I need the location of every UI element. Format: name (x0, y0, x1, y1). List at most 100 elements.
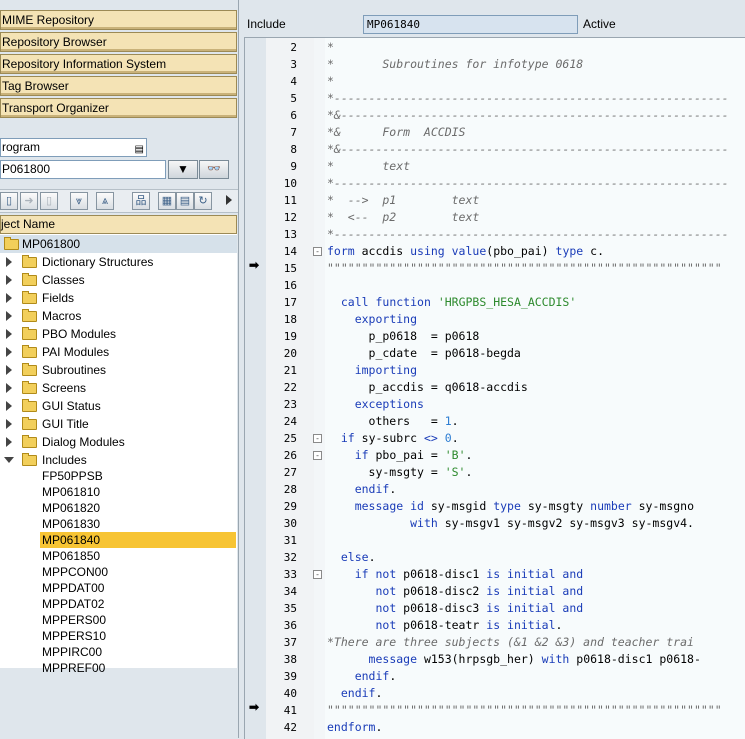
code-line[interactable]: others = 1. (327, 413, 459, 430)
include-item[interactable]: MP061810 (40, 484, 234, 500)
expand-arrow-icon[interactable] (6, 419, 12, 429)
include-item[interactable]: MP061850 (40, 548, 234, 564)
include-item[interactable]: MPPERS00 (40, 612, 234, 628)
tree-root-label: MP061800 (22, 237, 81, 251)
hierarchy-icon[interactable]: 品 (132, 192, 150, 210)
include-item[interactable]: MP061830 (40, 516, 234, 532)
code-line[interactable]: *---------------------------------------… (327, 175, 729, 192)
code-line[interactable]: p_cdate = p0618-begda (327, 345, 521, 362)
tree-folder-label: Fields (42, 291, 75, 305)
expand-arrow-icon[interactable] (6, 293, 12, 303)
collapse-icon[interactable]: ⩓ (96, 192, 114, 210)
code-line[interactable]: call function 'HRGPBS_HESA_ACCDIS' (327, 294, 576, 311)
code-line[interactable]: * (327, 39, 334, 56)
tree-folder-label: Screens (42, 381, 87, 395)
code-line[interactable]: """"""""""""""""""""""""""""""""""""""""… (327, 702, 722, 719)
line-number: 22 (283, 381, 297, 394)
nav-mime-repository-button[interactable]: MIME Repository (0, 10, 237, 30)
nav-tag-browser-button[interactable]: Tag Browser (0, 76, 237, 96)
include-item[interactable]: MPPDAT00 (40, 580, 234, 596)
include-name-field[interactable]: MP061840 (363, 15, 578, 34)
code-line[interactable]: endif. (327, 481, 397, 498)
expand-arrow-icon[interactable] (6, 365, 12, 375)
code-line[interactable]: p_accdis = q0618-accdis (327, 379, 528, 396)
code-line[interactable]: p_p0618 = p0618 (327, 328, 480, 345)
fold-toggle-icon[interactable]: - (313, 247, 322, 256)
code-line[interactable]: * (327, 73, 334, 90)
line-number: 11 (283, 194, 297, 207)
code-line[interactable]: *---------------------------------------… (327, 90, 729, 107)
include-item[interactable]: MPPCON00 (40, 564, 234, 580)
expand-arrow-icon[interactable] (6, 383, 12, 393)
more-arrow-icon[interactable] (226, 195, 232, 205)
fold-toggle-icon[interactable]: - (313, 434, 322, 443)
code-line[interactable]: form accdis using value(pbo_pai) type c. (327, 243, 604, 260)
display-dropdown-button[interactable]: ▼ (168, 160, 198, 179)
abap-code-editor[interactable]: ➡ ➡ 2 * 3 * Subroutines for infotype 0618 4 *… (244, 37, 745, 739)
code-line[interactable]: not p0618-disc2 is initial and (327, 583, 583, 600)
folder-icon (22, 273, 37, 286)
include-item[interactable]: MPPREF00 (40, 660, 234, 676)
code-line[interactable]: *---------------------------------------… (327, 226, 729, 243)
dropdown-icon[interactable]: ▤ (135, 141, 144, 158)
expand-arrow-icon[interactable] (6, 437, 12, 447)
refresh-icon[interactable]: ↻ (194, 192, 212, 210)
code-line[interactable]: * --> p1 text (327, 192, 479, 209)
worklist-icon[interactable]: ▦ (158, 192, 176, 210)
code-line[interactable]: endform. (327, 719, 382, 736)
code-line[interactable]: *&--------------------------------------… (327, 141, 729, 158)
code-line[interactable]: endif. (327, 668, 397, 685)
code-line[interactable]: with sy-msgv1 sy-msgv2 sy-msgv3 sy-msgv4… (327, 515, 694, 532)
code-line[interactable]: *&--------------------------------------… (327, 107, 729, 124)
include-item[interactable]: FP50PPSB (40, 468, 234, 484)
tree-root-node[interactable]: MP061800 (0, 235, 237, 253)
display-list-icon[interactable]: ▤ (176, 192, 194, 210)
code-line[interactable]: exporting (327, 311, 417, 328)
expand-icon[interactable]: ⩔ (70, 192, 88, 210)
expand-arrow-icon[interactable] (6, 275, 12, 285)
back-icon[interactable]: ▯ (0, 192, 18, 210)
collapse-arrow-icon[interactable] (4, 457, 14, 463)
include-item[interactable]: MP061820 (40, 500, 234, 516)
forward-icon[interactable]: ➜ (20, 192, 38, 210)
code-line[interactable]: * text (327, 158, 410, 175)
code-line[interactable]: * Subroutines for infotype 0618 (327, 56, 583, 73)
line-number: 29 (283, 500, 297, 513)
line-number: 30 (283, 517, 297, 530)
fold-toggle-icon[interactable]: - (313, 570, 322, 579)
include-item[interactable]: MPPDAT02 (40, 596, 234, 612)
code-line[interactable]: message id sy-msgid type sy-msgty number… (327, 498, 694, 515)
nav-repository-browser-button[interactable]: Repository Browser (0, 32, 237, 52)
code-line[interactable]: importing (327, 362, 417, 379)
code-line[interactable]: if pbo_pai = 'B'. (327, 447, 473, 464)
expand-arrow-icon[interactable] (6, 347, 12, 357)
expand-arrow-icon[interactable] (6, 329, 12, 339)
code-line[interactable]: not p0618-teatr is initial. (327, 617, 562, 634)
object-type-select[interactable]: rogram ▤ (0, 138, 147, 157)
code-line[interactable]: if not p0618-disc1 is initial and (327, 566, 584, 583)
include-item[interactable]: MPPIRC00 (40, 644, 234, 660)
code-line[interactable]: *There are three subjects (&1 &2 &3) and… (327, 634, 694, 651)
code-line[interactable]: endif. (327, 685, 383, 702)
other-object-icon[interactable]: ▯ (40, 192, 58, 210)
glasses-display-button[interactable]: 👓 (199, 160, 229, 179)
code-line[interactable]: if sy-subrc <> 0. (327, 430, 459, 447)
expand-arrow-icon[interactable] (6, 401, 12, 411)
nav-transport-organizer-button[interactable]: Transport Organizer (0, 98, 237, 118)
code-line[interactable]: sy-msgty = 'S'. (327, 464, 473, 481)
nav-repository-info-system-button[interactable]: Repository Information System (0, 54, 237, 74)
code-line[interactable]: * <-- p2 text (327, 209, 479, 226)
code-line[interactable]: message w153(hrpsgb_her) with p0618-disc… (327, 651, 701, 668)
code-line[interactable]: exceptions (327, 396, 424, 413)
code-line[interactable]: """"""""""""""""""""""""""""""""""""""""… (327, 260, 722, 277)
object-name-input[interactable]: P061800 (0, 160, 166, 179)
include-item-selected[interactable]: MP061840 (40, 532, 236, 548)
expand-arrow-icon[interactable] (6, 311, 12, 321)
code-line[interactable]: else. (327, 549, 376, 566)
include-item[interactable]: MPPERS10 (40, 628, 234, 644)
folder-icon (22, 327, 37, 340)
expand-arrow-icon[interactable] (6, 257, 12, 267)
code-line[interactable]: not p0618-disc3 is initial and (327, 600, 583, 617)
fold-toggle-icon[interactable]: - (313, 451, 322, 460)
code-line[interactable]: *& Form ACCDIS (327, 124, 465, 141)
